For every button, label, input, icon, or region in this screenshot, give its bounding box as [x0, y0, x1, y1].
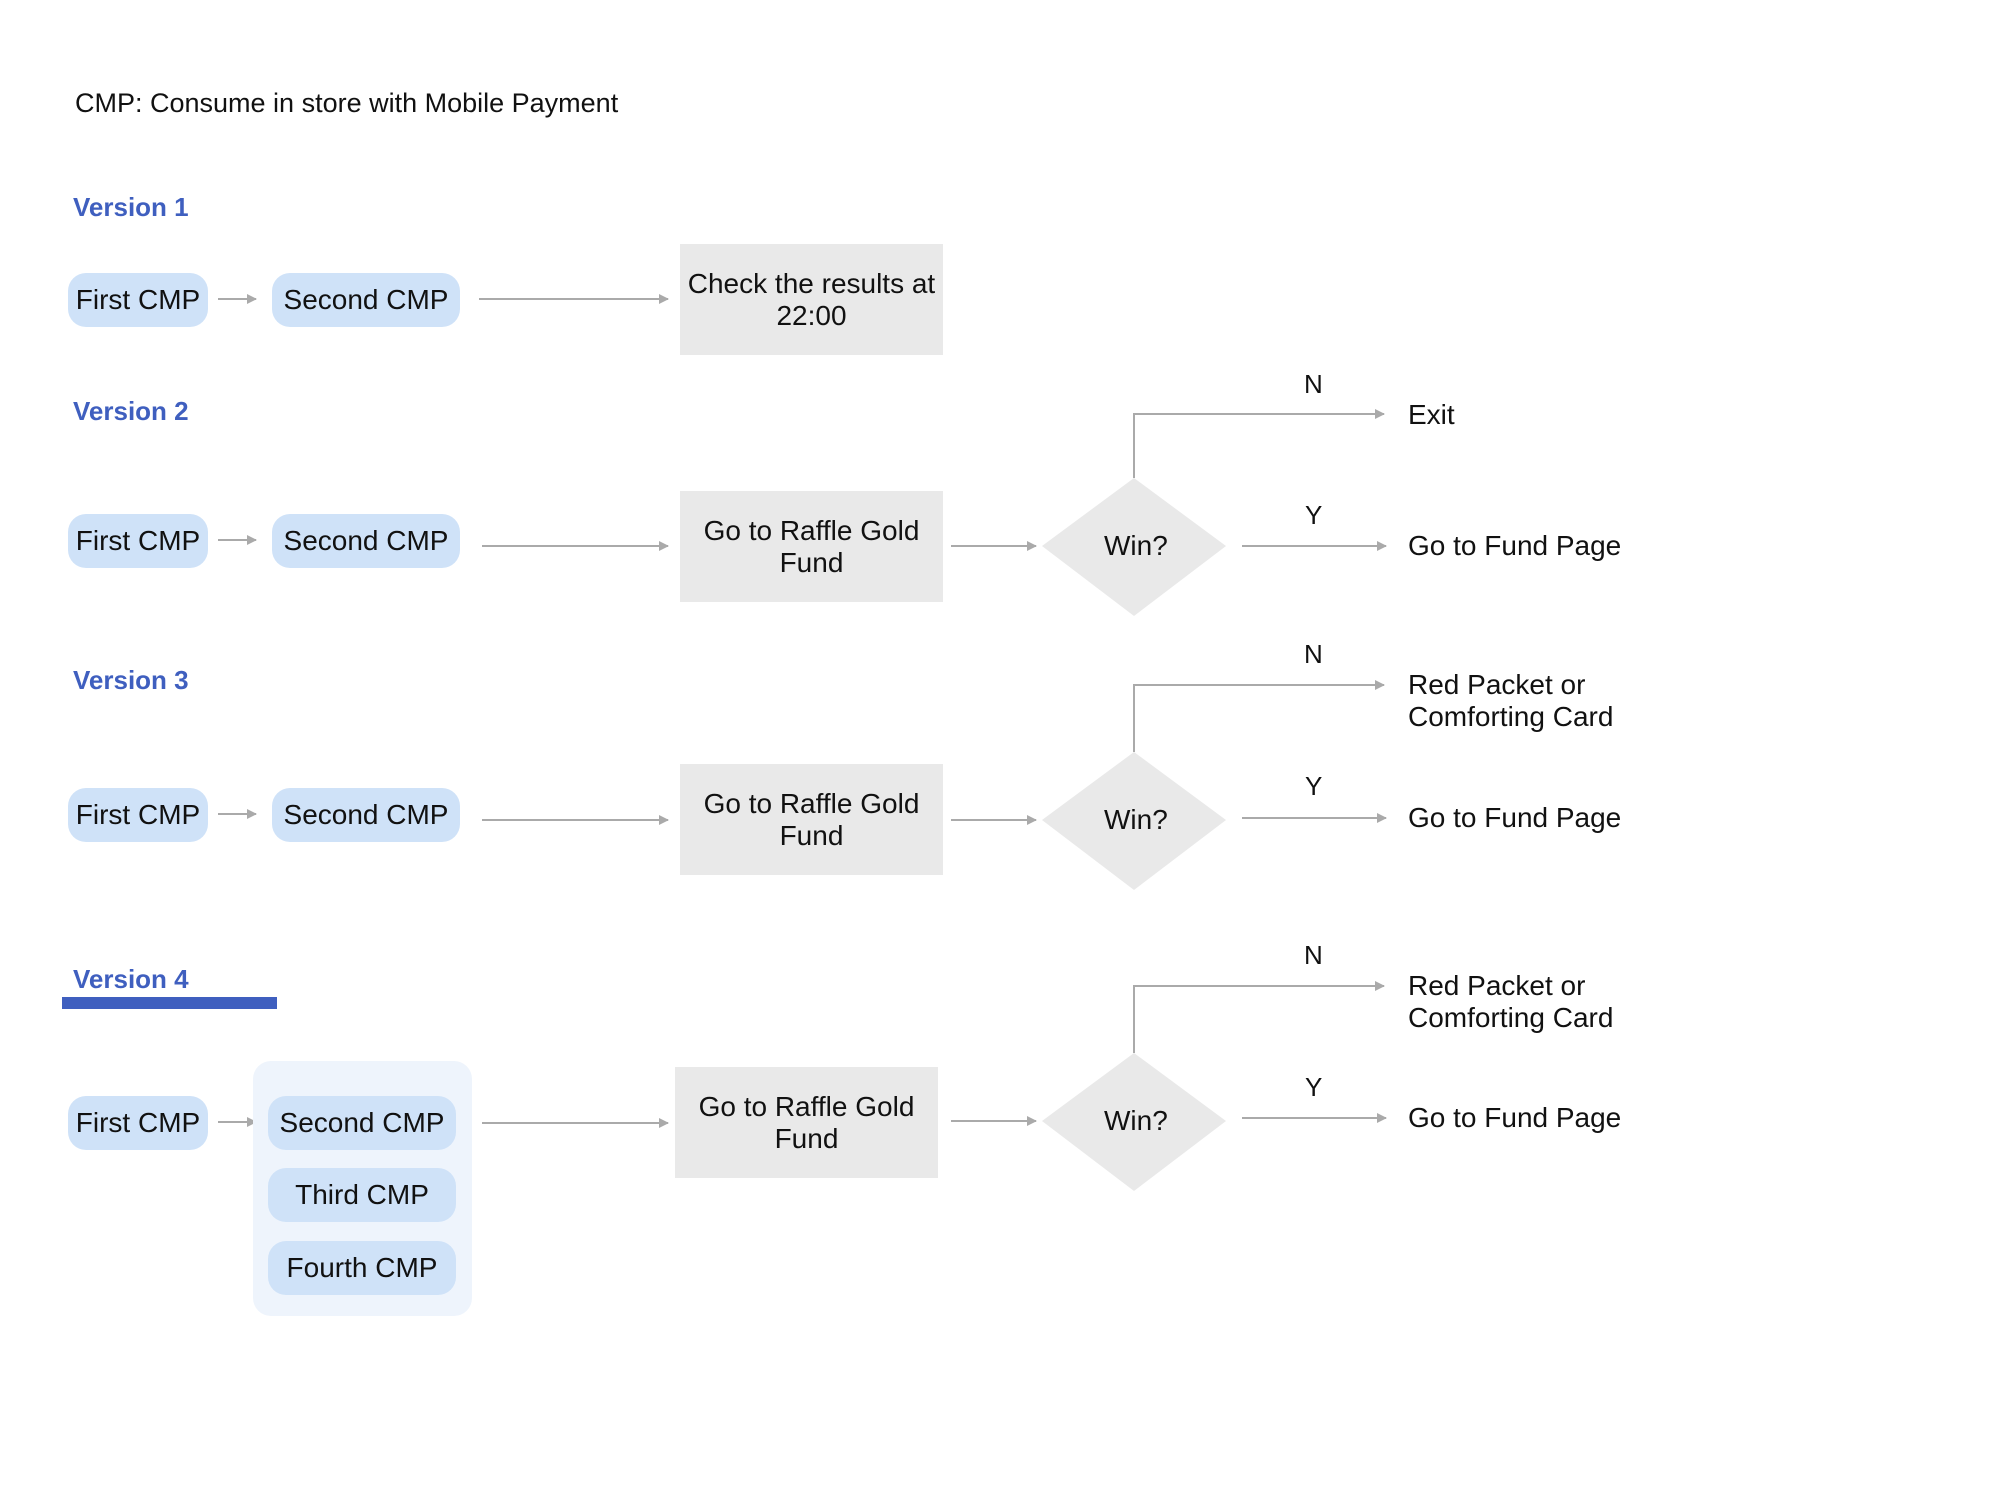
arrow-v4-no	[1133, 981, 1385, 1053]
v2-yes-outcome[interactable]: Go to Fund Page	[1408, 530, 1621, 562]
v4-no-label: N	[1304, 940, 1323, 970]
v4-step-fourth-cmp[interactable]: Fourth CMP	[268, 1241, 456, 1295]
v2-no-outcome[interactable]: Exit	[1408, 399, 1455, 431]
v4-yes-label: Y	[1305, 1072, 1323, 1102]
version-3-title: Version 3	[73, 665, 189, 695]
v4-step-first-cmp[interactable]: First CMP	[68, 1096, 208, 1150]
v4-no-outcome[interactable]: Red Packet or Comforting Card	[1408, 970, 1668, 1034]
v4-action-box[interactable]: Go to Raffle Gold Fund	[675, 1067, 938, 1178]
v1-step-second-cmp[interactable]: Second CMP	[272, 273, 460, 327]
v3-yes-label: Y	[1305, 771, 1323, 801]
v4-yes-outcome[interactable]: Go to Fund Page	[1408, 1102, 1621, 1134]
v3-step-first-cmp[interactable]: First CMP	[68, 788, 208, 842]
v3-decision-label: Win?	[1104, 804, 1168, 835]
v2-yes-label: Y	[1305, 500, 1323, 530]
v4-decision-label: Win?	[1104, 1105, 1168, 1136]
arrow-v3-no	[1133, 680, 1385, 752]
arrow-v2-no	[1133, 409, 1385, 478]
version-4-title[interactable]: Version 4	[73, 964, 189, 995]
v1-step-first-cmp[interactable]: First CMP	[68, 273, 208, 327]
v2-action-box[interactable]: Go to Raffle Gold Fund	[680, 491, 943, 602]
v3-yes-outcome[interactable]: Go to Fund Page	[1408, 802, 1621, 834]
v3-no-label: N	[1304, 639, 1323, 669]
version-1-title: Version 1	[73, 192, 189, 222]
v3-action-box[interactable]: Go to Raffle Gold Fund	[680, 764, 943, 875]
version-4-selected-underline	[62, 997, 277, 1009]
v1-action-box[interactable]: Check the results at 22:00	[680, 244, 943, 355]
v2-decision-label: Win?	[1104, 530, 1168, 561]
v4-step-second-cmp[interactable]: Second CMP	[268, 1096, 456, 1150]
v4-step-third-cmp[interactable]: Third CMP	[268, 1168, 456, 1222]
version-2-title: Version 2	[73, 396, 189, 426]
v2-no-label: N	[1304, 369, 1323, 399]
v2-step-first-cmp[interactable]: First CMP	[68, 514, 208, 568]
v3-step-second-cmp[interactable]: Second CMP	[272, 788, 460, 842]
v3-no-outcome[interactable]: Red Packet or Comforting Card	[1408, 669, 1668, 733]
v2-step-second-cmp[interactable]: Second CMP	[272, 514, 460, 568]
